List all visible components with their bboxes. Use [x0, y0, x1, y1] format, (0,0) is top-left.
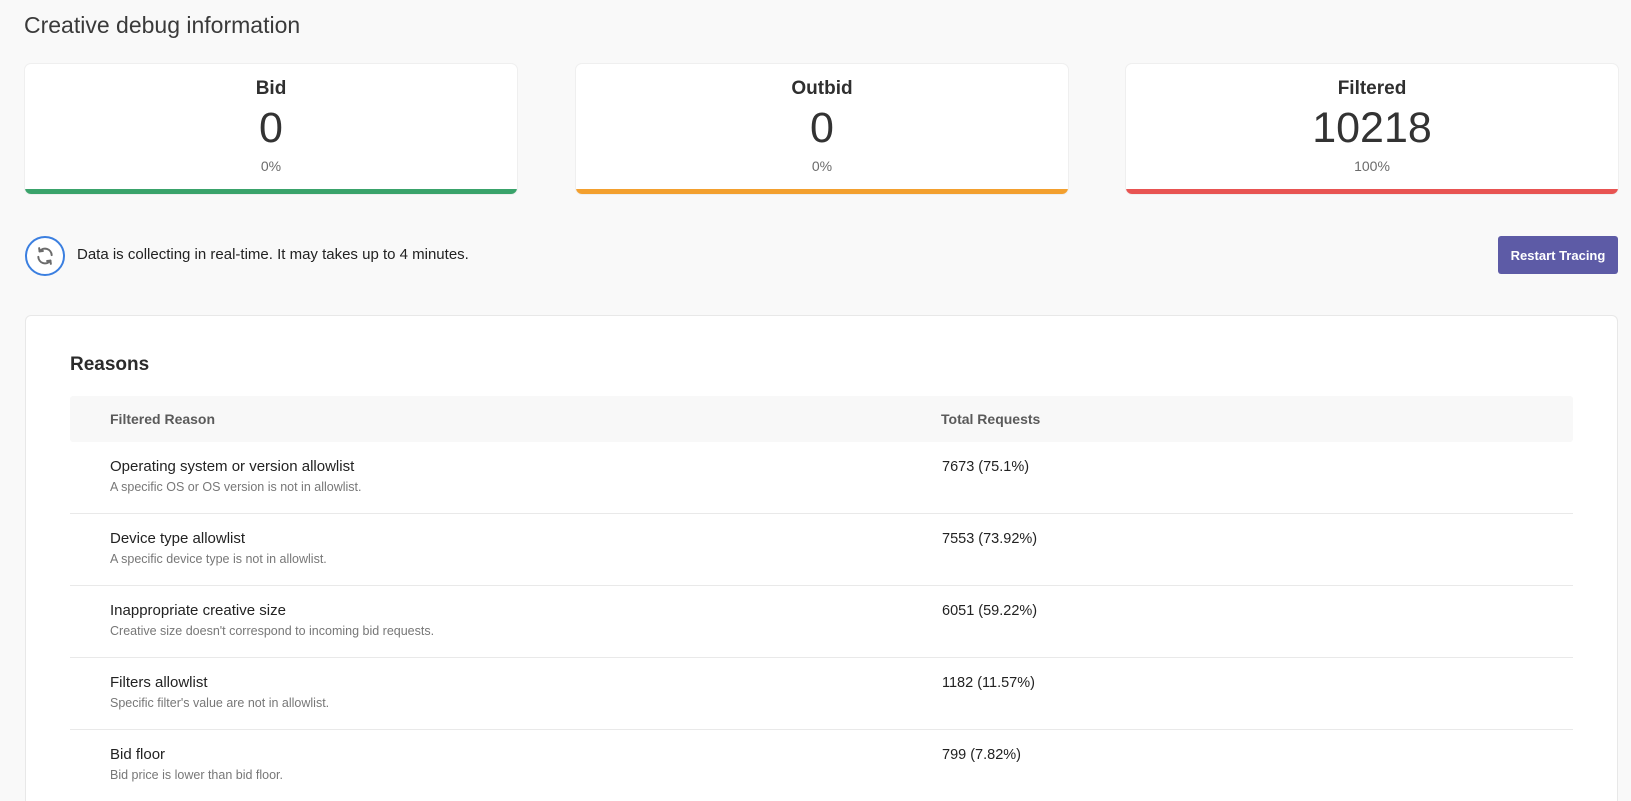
realtime-notice: Data is collecting in real-time. It may …	[25, 236, 1618, 276]
reasons-title: Reasons	[70, 354, 150, 375]
table-row: Bid floor Bid price is lower than bid fl…	[70, 730, 1573, 801]
column-header-filtered-reason[interactable]: Filtered Reason	[110, 411, 215, 427]
table-row: Operating system or version allowlist A …	[70, 442, 1573, 514]
stat-value: 0	[259, 104, 283, 152]
table-row: Inappropriate creative size Creative siz…	[70, 586, 1573, 658]
stat-value: 0	[810, 104, 834, 152]
table-row: Filters allowlist Specific filter's valu…	[70, 658, 1573, 730]
reason-total: 1182 (11.57%)	[942, 675, 1035, 691]
stat-accent-bar	[25, 189, 517, 194]
stat-accent-bar	[1126, 189, 1618, 194]
reason-description: Specific filter's value are not in allow…	[110, 696, 330, 710]
refresh-icon	[25, 236, 65, 276]
stat-label: Outbid	[791, 78, 853, 99]
stat-label: Filtered	[1337, 78, 1407, 99]
stat-percent: 0%	[811, 158, 833, 174]
stat-percent: 100%	[1354, 158, 1390, 174]
column-header-total-requests[interactable]: Total Requests	[941, 411, 1040, 427]
reason-name: Inappropriate creative size	[110, 602, 286, 619]
page: Creative debug information Bid 0 0% Outb…	[0, 0, 1631, 801]
reason-name: Filters allowlist	[110, 674, 208, 691]
stat-card-bid: Bid 0 0%	[25, 64, 517, 194]
stat-accent-bar	[576, 189, 1068, 194]
reason-total: 7553 (73.92%)	[942, 531, 1038, 547]
reason-total: 6051 (59.22%)	[942, 603, 1038, 619]
reason-total: 799 (7.82%)	[942, 747, 1021, 763]
notice-text: Data is collecting in real-time. It may …	[77, 246, 469, 263]
stat-card-filtered: Filtered 10218 100%	[1126, 64, 1618, 194]
table-header: Filtered Reason Total Requests	[70, 396, 1573, 442]
restart-tracing-button[interactable]: Restart Tracing	[1498, 236, 1618, 274]
reason-description: Bid price is lower than bid floor.	[110, 768, 284, 782]
reason-description: Creative size doesn't correspond to inco…	[110, 624, 435, 638]
page-title: Creative debug information	[24, 12, 301, 38]
stat-value: 10218	[1312, 104, 1432, 152]
stat-label: Bid	[255, 78, 287, 99]
reason-name: Device type allowlist	[110, 530, 246, 547]
reasons-table: Filtered Reason Total Requests Operating…	[70, 396, 1573, 801]
reason-description: A specific OS or OS version is not in al…	[110, 480, 362, 494]
reasons-panel: Reasons Filtered Reason Total Requests O…	[25, 315, 1618, 801]
reason-name: Bid floor	[110, 746, 166, 763]
reason-description: A specific device type is not in allowli…	[110, 552, 327, 566]
table-row: Device type allowlist A specific device …	[70, 514, 1573, 586]
reason-name: Operating system or version allowlist	[110, 458, 355, 475]
stat-percent: 0%	[260, 158, 282, 174]
reason-total: 7673 (75.1%)	[942, 459, 1030, 475]
stats-row: Bid 0 0% Outbid 0 0% Filtered 10218 100%	[25, 64, 1618, 196]
stat-card-outbid: Outbid 0 0%	[576, 64, 1068, 194]
